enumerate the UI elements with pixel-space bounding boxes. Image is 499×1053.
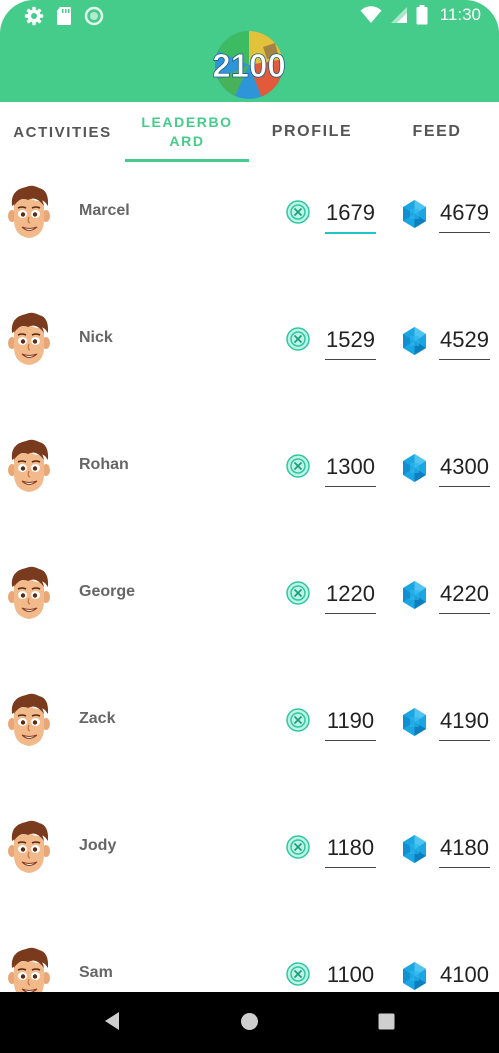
signal-icon [390,7,407,23]
gems-field[interactable]: 4679 [439,198,490,233]
leaderboard-row[interactable]: Zack 1190 4190 [0,672,499,799]
points-field[interactable]: 1100 [325,960,376,992]
points-field[interactable]: 1190 [325,706,376,741]
gem-icon [403,200,426,228]
gem-icon [403,708,426,736]
sync-circle-icon [84,6,104,26]
status-bar: 11:30 [0,0,499,32]
token-icon [286,581,310,605]
token-icon [286,200,310,224]
player-name: Marcel [79,202,130,219]
player-name: Rohan [79,456,129,473]
settings-icon [24,6,44,26]
gems-field[interactable]: 4220 [439,579,490,614]
points-field[interactable]: 1300 [325,452,376,487]
gem-icon [403,835,426,863]
player-name: George [79,583,136,600]
token-icon [286,327,310,351]
points-field[interactable]: 1220 [325,579,376,614]
recents-icon[interactable] [378,1013,395,1030]
token-icon [286,962,310,986]
tab-bar: ACTIVITIES LEADERBO ARD PROFILE FEED [0,102,499,164]
avatar-icon [8,566,50,619]
gems-field[interactable]: 4180 [439,833,490,868]
gems-field[interactable]: 4529 [439,325,490,360]
player-name: Nick [79,329,113,346]
tab-feed-label: FEED [412,123,462,140]
gems-field[interactable]: 4300 [439,452,490,487]
gem-icon [403,962,426,990]
gem-icon [403,454,426,482]
sd-card-icon [57,7,71,25]
system-nav-bar [0,992,499,1053]
logo-text: 2100 [213,47,285,84]
avatar-icon [8,693,50,746]
tab-leaderboard-label: LEADERBO ARD [141,114,233,149]
wifi-icon [360,6,382,23]
leaderboard-row[interactable]: Jody 1180 4180 [0,799,499,926]
points-field[interactable]: 1529 [325,325,376,360]
points-field[interactable]: 1180 [325,833,376,868]
points-field[interactable]: 1679 [325,198,376,234]
leaderboard-list[interactable]: Marcel 1679 4679 Nick 1529 4529 Rohan 13… [0,164,499,992]
leaderboard-row[interactable]: Rohan 1300 4300 [0,418,499,545]
home-icon[interactable] [240,1012,259,1031]
token-icon [286,454,310,478]
avatar-icon [8,947,50,992]
active-tab-indicator [125,159,249,162]
tab-feed[interactable]: FEED [375,102,499,162]
gem-icon [403,327,426,355]
gem-icon [403,581,426,609]
token-icon [286,708,310,732]
status-time: 11:30 [439,5,481,24]
token-icon [286,835,310,859]
tab-profile-label: PROFILE [271,123,353,140]
back-icon[interactable] [103,1010,121,1032]
avatar-icon [8,439,50,492]
tab-activities[interactable]: ACTIVITIES [0,102,125,162]
avatar-icon [8,312,50,365]
leaderboard-row[interactable]: George 1220 4220 [0,545,499,672]
leaderboard-row[interactable]: Sam 1100 4100 [0,926,499,992]
battery-icon [416,5,428,25]
player-name: Jody [79,837,117,854]
leaderboard-row[interactable]: Nick 1529 4529 [0,291,499,418]
tab-profile[interactable]: PROFILE [249,102,375,162]
gems-field[interactable]: 4190 [439,706,490,741]
leaderboard-row[interactable]: Marcel 1679 4679 [0,164,499,291]
tab-leaderboard[interactable]: LEADERBO ARD [125,102,249,162]
tab-activities-label: ACTIVITIES [13,123,112,141]
player-name: Zack [79,710,116,727]
gems-field[interactable]: 4100 [439,960,490,992]
avatar-icon [8,185,50,238]
app-logo[interactable]: 2100 [213,29,285,101]
app-header: 11:30 2100 [0,0,499,102]
avatar-icon [8,820,50,873]
player-name: Sam [79,964,113,981]
